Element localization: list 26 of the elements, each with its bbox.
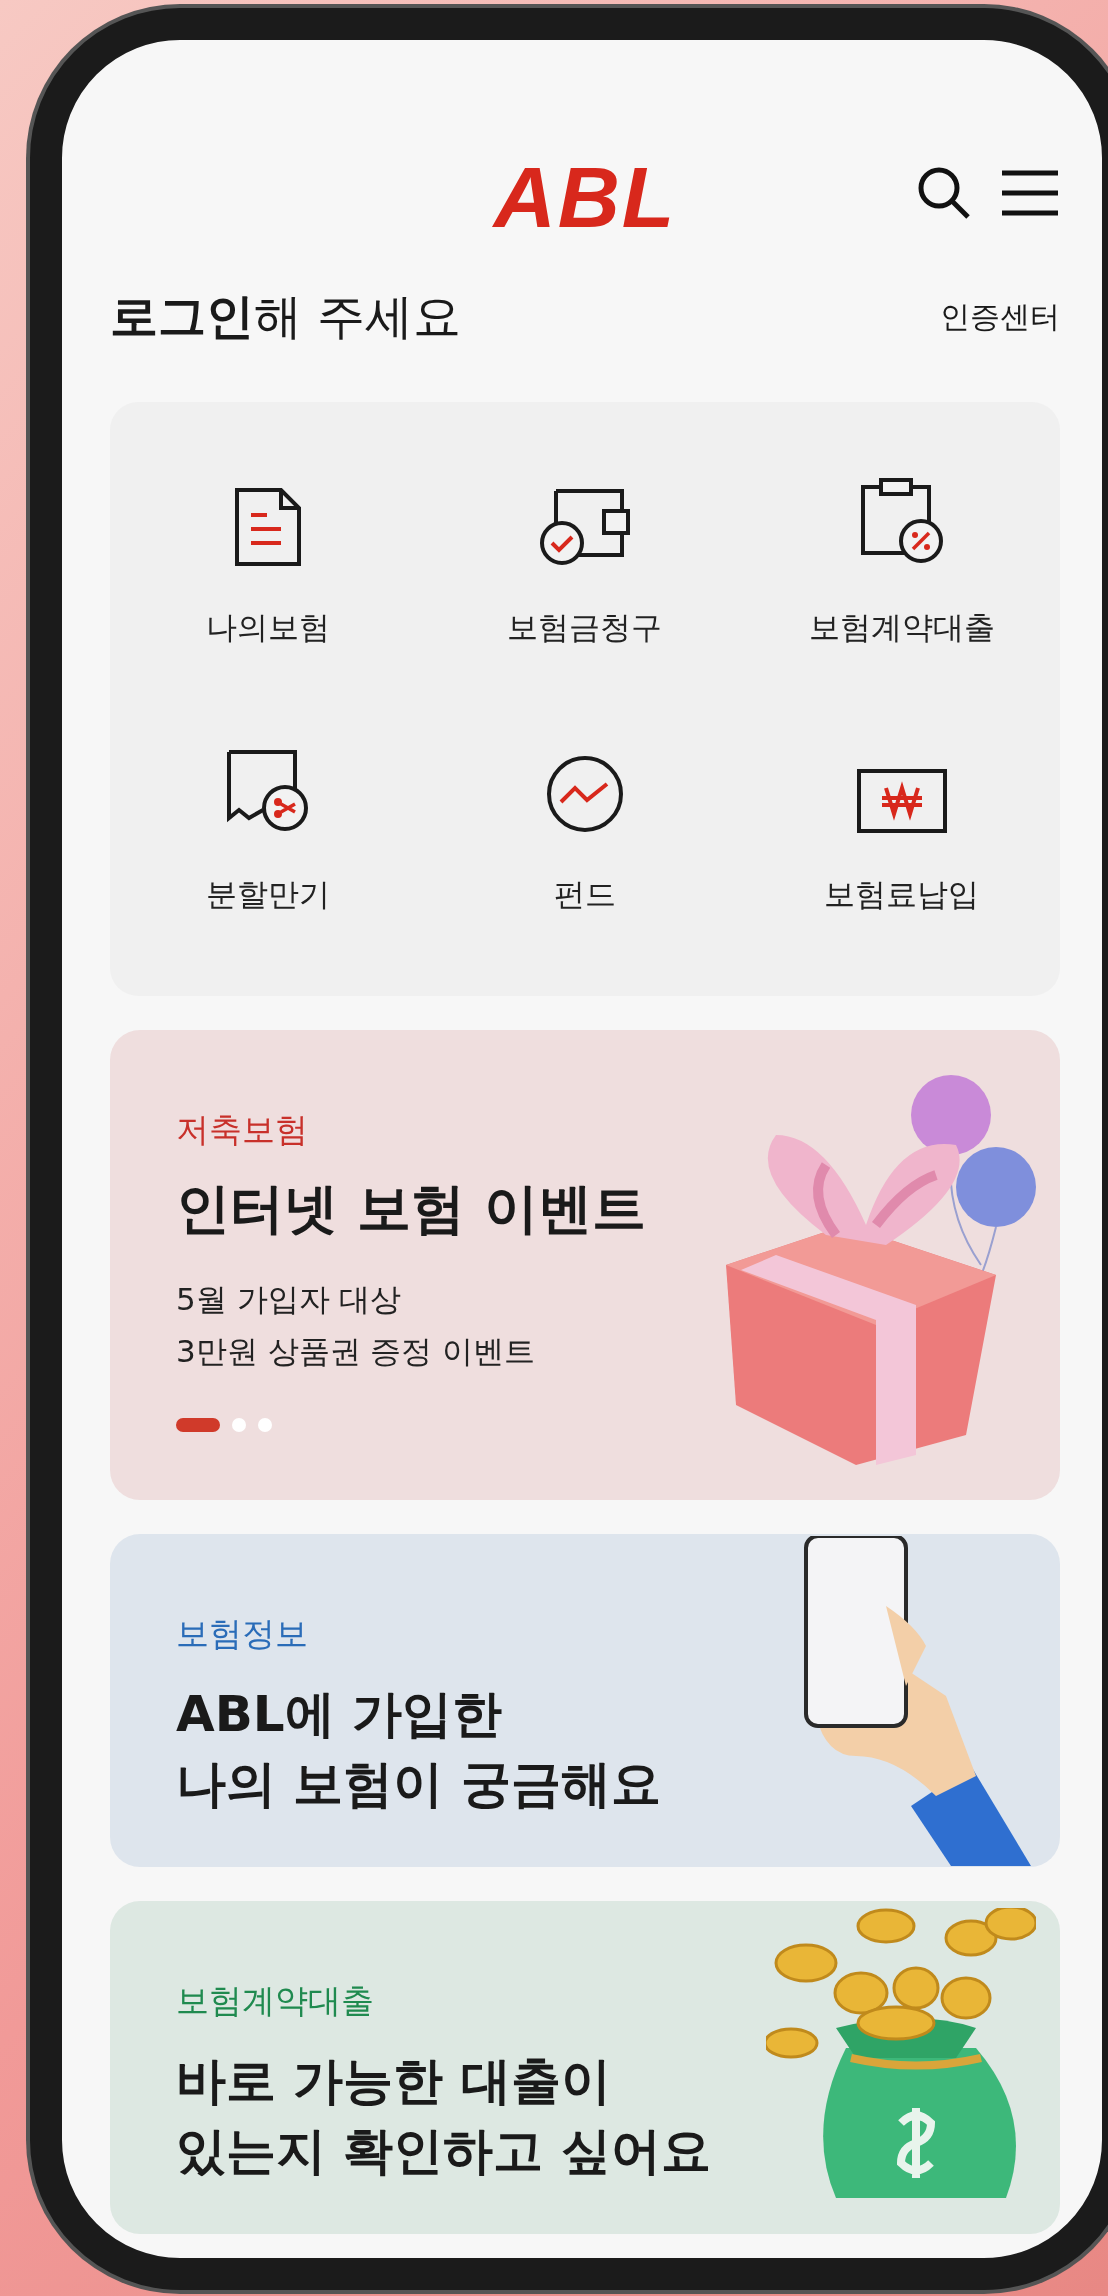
pager-dot[interactable] xyxy=(232,1417,246,1432)
menu-item-label[interactable]: 펀드 xyxy=(554,874,616,916)
banner-title: 인터넷 보험 이벤트 xyxy=(176,1176,646,1242)
banner-title: ABL에 가입한 나의 보험이 궁금해요 xyxy=(176,1684,661,1815)
menu-item-label[interactable]: 보험료납입 xyxy=(824,874,980,916)
promo-banner[interactable]: 저축보험 인터넷 보험 이벤트 5월 가입자 대상 3만원 상품권 증정 이벤트 xyxy=(110,1030,1060,1500)
won-bill-icon xyxy=(855,768,948,834)
menu-item-label[interactable]: 나의보험 xyxy=(206,607,331,649)
menu-item-label[interactable]: 보험금청구 xyxy=(507,607,663,649)
banner-category: 저축보험 xyxy=(176,1109,309,1151)
banner-category: 보험정보 xyxy=(176,1613,309,1655)
search-icon[interactable] xyxy=(916,165,972,221)
pager-dot[interactable] xyxy=(258,1417,272,1432)
banner-category: 보험계약대출 xyxy=(176,1980,375,2022)
menu-item-label[interactable]: 보험계약대출 xyxy=(808,607,995,649)
promo-banner[interactable]: 보험정보 ABL에 가입한 나의 보험이 궁금해요 xyxy=(110,1534,1060,1867)
login-prompt: 로그인해 주세요 xyxy=(110,287,462,346)
banner-description: 5월 가입자 대상 3만원 상품권 증정 이벤트 xyxy=(176,1279,537,1372)
promo-banner[interactable]: 보험계약대출 바로 가능한 대출이 있는지 확인하고 싶어요 xyxy=(110,1901,1060,2234)
banner-title: 바로 가능한 대출이 있는지 확인하고 싶어요 xyxy=(176,2051,711,2182)
menu-icon[interactable] xyxy=(1000,169,1060,217)
document-icon xyxy=(233,487,304,567)
auth-center-link[interactable]: 인증센터 xyxy=(940,296,1060,338)
menu-item-label[interactable]: 분할만기 xyxy=(206,874,331,916)
chart-circle-icon xyxy=(545,754,625,834)
abl-logo[interactable]: ABL xyxy=(493,147,677,247)
